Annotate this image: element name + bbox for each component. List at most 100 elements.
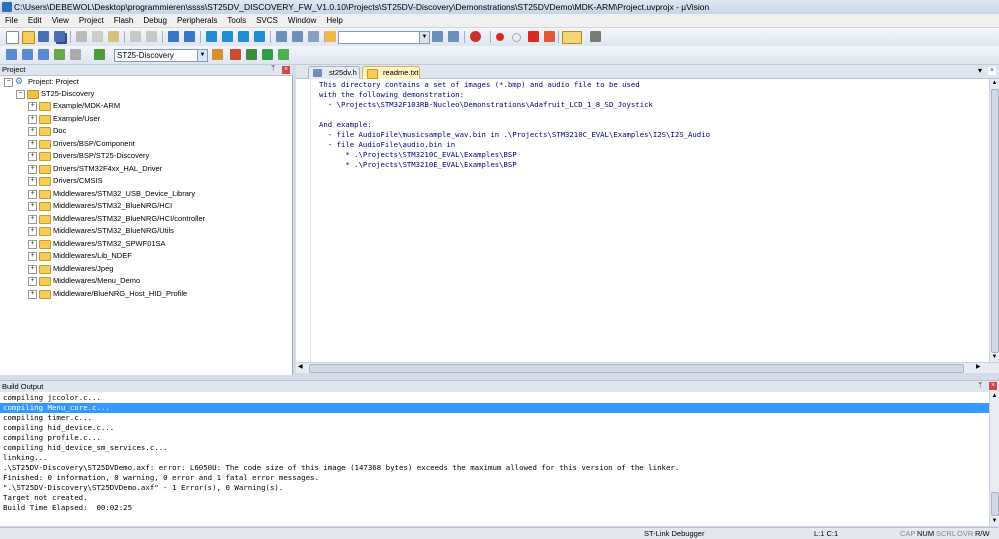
expand-icon[interactable]: + <box>28 252 37 261</box>
bookmark-clear-icon[interactable] <box>254 31 265 42</box>
scroll-thumb[interactable] <box>991 89 999 353</box>
expand-icon[interactable]: + <box>28 264 37 274</box>
target-options-icon[interactable] <box>212 49 223 60</box>
expand-icon[interactable]: + <box>28 114 37 124</box>
collapse-icon[interactable]: − <box>4 78 13 87</box>
scroll-right-icon[interactable]: ▶ <box>976 363 981 370</box>
menu-item-tools[interactable]: Tools <box>222 14 251 27</box>
close-icon[interactable]: × <box>989 382 997 390</box>
open-folder-icon[interactable] <box>22 31 35 44</box>
undo-icon[interactable] <box>130 31 141 42</box>
scroll-down-icon[interactable]: ▼ <box>991 517 998 525</box>
save-icon[interactable] <box>38 31 49 42</box>
menu-item-file[interactable]: File <box>0 14 23 27</box>
scroll-left-icon[interactable]: ◀ <box>298 363 303 370</box>
expand-icon[interactable]: + <box>28 164 37 174</box>
expand-icon[interactable]: + <box>28 239 37 249</box>
find-icon[interactable] <box>432 31 443 42</box>
breakpoint-insert-icon[interactable] <box>496 33 504 41</box>
text-editor[interactable]: This directory contains a set of images … <box>296 79 989 362</box>
tab-st25dv-h[interactable]: st25dv.h <box>308 66 360 79</box>
debug-session-icon[interactable] <box>470 31 481 42</box>
save-all-icon[interactable] <box>54 31 65 42</box>
expand-icon[interactable]: + <box>28 214 37 224</box>
window-layout-icon[interactable] <box>562 31 582 44</box>
editor-vertical-scrollbar[interactable]: ▲ ▼ <box>989 79 999 362</box>
copy-icon[interactable] <box>92 31 103 42</box>
download-icon[interactable] <box>94 49 105 60</box>
tree-group-label: Drivers/CMSIS <box>53 176 103 185</box>
manage-run-time-environment-icon[interactable] <box>246 49 257 60</box>
indent-icon[interactable] <box>276 31 287 42</box>
expand-icon[interactable]: + <box>28 202 37 211</box>
breakpoint-disable-icon[interactable] <box>512 33 521 42</box>
menu-item-edit[interactable]: Edit <box>23 14 47 27</box>
redo-icon[interactable] <box>146 31 157 42</box>
pin-icon[interactable]: ᛘ <box>978 382 982 389</box>
build-output-line: .\ST25DV-Discovery\ST25DVDemo.axf: error… <box>3 463 680 472</box>
manage-project-items-icon[interactable] <box>230 49 241 60</box>
batch-build-icon[interactable] <box>54 49 65 60</box>
menu-item-peripherals[interactable]: Peripherals <box>172 14 222 27</box>
collapse-icon[interactable]: − <box>16 90 25 99</box>
tree-group-label: Middlewares/Lib_NDEF <box>53 251 132 260</box>
new-file-icon[interactable] <box>6 31 19 44</box>
rebuild-icon[interactable] <box>38 49 49 60</box>
expand-icon[interactable]: + <box>28 189 37 199</box>
build-output-pane[interactable]: compiling jccolor.c... compiling Menu_cor… <box>0 392 989 526</box>
scroll-thumb[interactable] <box>991 492 999 516</box>
tab-readme-txt[interactable]: readme.txt <box>362 66 420 79</box>
close-icon[interactable]: × <box>988 67 996 75</box>
scroll-thumb[interactable] <box>309 364 964 373</box>
expand-icon[interactable]: + <box>28 152 37 161</box>
unindent-icon[interactable] <box>292 31 303 42</box>
bookmark-previous-icon[interactable] <box>222 31 233 42</box>
menu-item-svcs[interactable]: SVCS <box>251 14 283 27</box>
menu-item-project[interactable]: Project <box>74 14 109 27</box>
cut-icon[interactable] <box>76 31 87 42</box>
status-rw: R/W <box>975 529 990 538</box>
close-icon[interactable]: × <box>282 66 290 74</box>
green-diamond-icon[interactable] <box>262 49 273 60</box>
stop-build-icon[interactable] <box>70 49 81 60</box>
pin-icon[interactable]: ᛘ <box>271 65 275 72</box>
breakpoint-kill-all-icon[interactable] <box>544 31 555 42</box>
translate-icon[interactable] <box>6 49 17 60</box>
incremental-find-icon[interactable] <box>448 31 459 42</box>
menu-item-view[interactable]: View <box>47 14 74 27</box>
configure-icon[interactable] <box>590 31 601 42</box>
build-icon[interactable] <box>22 49 33 60</box>
expand-icon[interactable]: + <box>28 127 37 136</box>
breakpoint-kill-icon[interactable] <box>528 31 539 42</box>
expand-icon[interactable]: + <box>28 102 37 111</box>
menu-item-help[interactable]: Help <box>321 14 347 27</box>
expand-icon[interactable]: + <box>28 227 37 236</box>
comment-icon[interactable] <box>308 31 319 42</box>
scroll-up-icon[interactable]: ▲ <box>991 79 998 87</box>
expand-icon[interactable]: + <box>28 277 37 286</box>
expand-icon[interactable]: + <box>28 177 37 186</box>
navigate-forward-icon[interactable] <box>184 31 195 42</box>
status-scrl: SCRL <box>936 529 957 538</box>
build-output-scrollbar[interactable]: ▲ ▼ <box>989 392 999 526</box>
bookmark-insert-icon[interactable] <box>206 31 217 42</box>
chevron-down-icon[interactable]: ▾ <box>978 66 982 75</box>
editor-horizontal-scrollbar[interactable]: ◀ ▶ <box>296 362 999 373</box>
target-select[interactable]: ST25-Discovery ▼ <box>114 49 208 62</box>
chevron-down-icon[interactable]: ▼ <box>197 50 207 61</box>
chevron-down-icon[interactable]: ▼ <box>419 32 429 43</box>
menu-item-debug[interactable]: Debug <box>138 14 172 27</box>
menu-item-flash[interactable]: Flash <box>109 14 139 27</box>
scroll-up-icon[interactable]: ▲ <box>991 392 998 400</box>
navigate-back-icon[interactable] <box>168 31 179 42</box>
find-in-files-icon[interactable] <box>325 31 336 42</box>
menu-item-window[interactable]: Window <box>283 14 321 27</box>
paste-icon[interactable] <box>108 31 119 42</box>
bookmark-next-icon[interactable] <box>238 31 249 42</box>
pack-installer-icon[interactable] <box>278 49 289 60</box>
search-combo[interactable]: ▼ <box>338 31 430 44</box>
build-output-line: Finished: 0 information, 0 warning, 0 er… <box>3 473 319 482</box>
expand-icon[interactable]: + <box>28 289 37 299</box>
scroll-down-icon[interactable]: ▼ <box>991 353 998 361</box>
expand-icon[interactable]: + <box>28 139 37 149</box>
